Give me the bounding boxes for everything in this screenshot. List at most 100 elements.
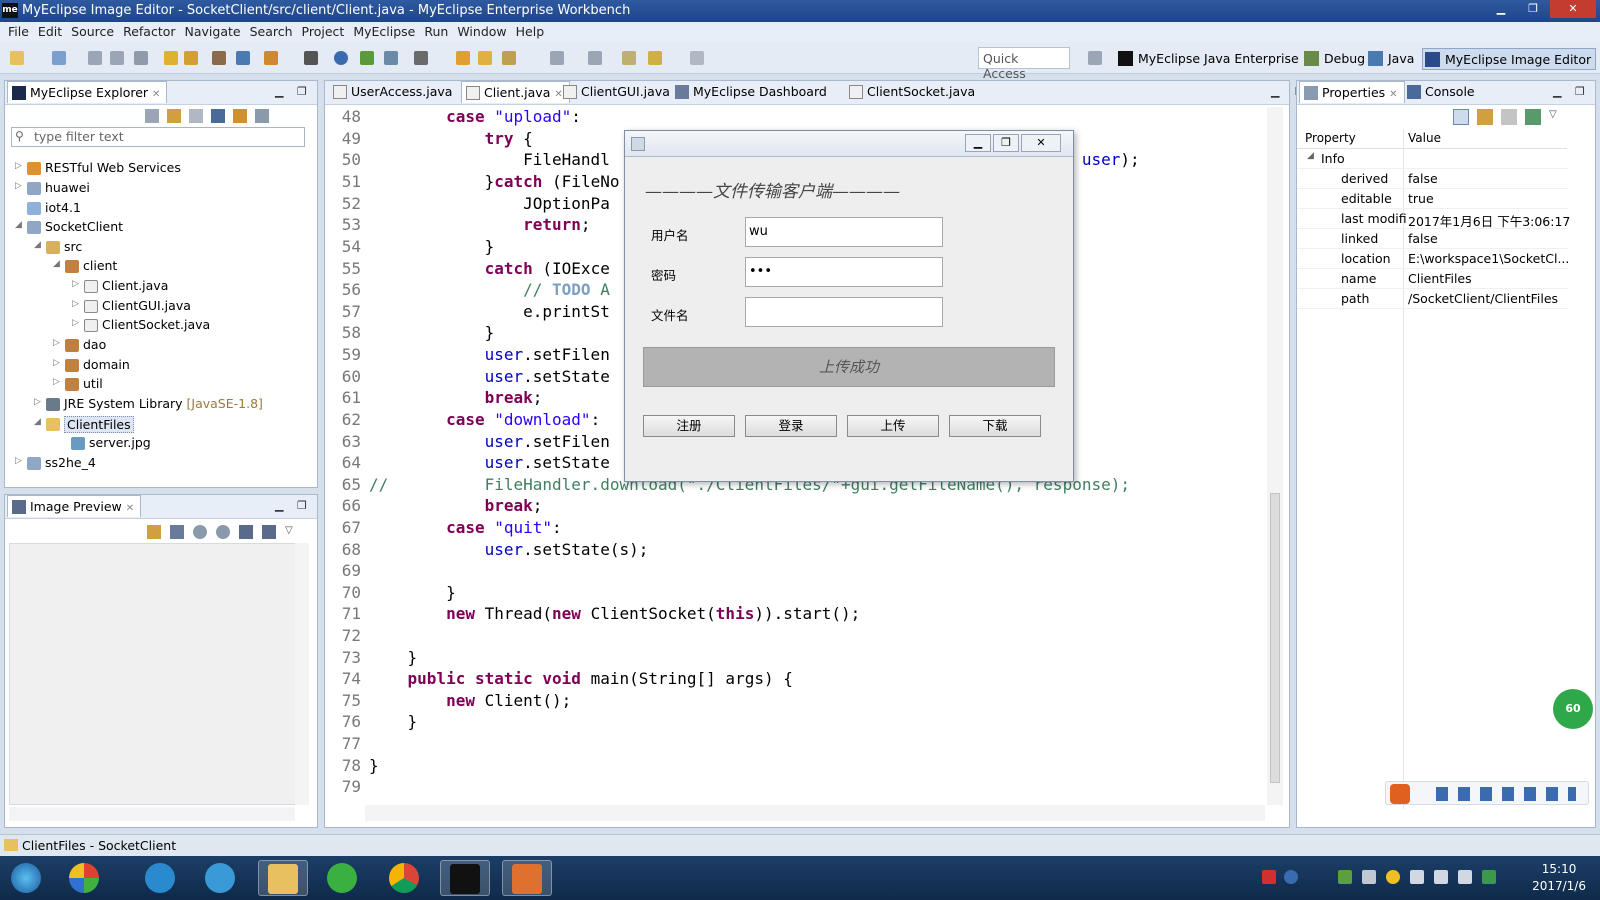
system-clock[interactable]: 15:10 2017/1/6 [1532,861,1586,895]
search-icon[interactable] [502,51,516,65]
menu-window[interactable]: Window [455,22,513,42]
run-icon[interactable] [360,51,374,65]
volume-tray-icon[interactable] [1458,870,1472,884]
floating-badge[interactable]: 60 [1553,689,1593,729]
external-tools-icon[interactable] [414,51,428,65]
undo-icon[interactable] [164,51,178,65]
menu-search[interactable]: Search [248,22,300,42]
forward-icon[interactable] [690,51,704,65]
globe-icon[interactable] [334,51,348,65]
scroll-thumb[interactable] [1270,493,1280,783]
preview-hscrollbar[interactable] [9,807,295,821]
new-icon[interactable] [10,51,24,65]
build-icon[interactable] [212,51,226,65]
flag-tray-icon[interactable] [1410,870,1424,884]
taskbar-app-bird[interactable] [196,860,246,896]
sogou-tray-icon[interactable] [1262,870,1276,884]
property-row[interactable]: last modifi 2017年1月6日 下午3:06:17 [1297,209,1570,229]
save-all-icon[interactable] [110,51,124,65]
tab-myeclipse-explorer[interactable]: MyEclipse Explorer ✕ [7,81,168,103]
redo-icon[interactable] [184,51,198,65]
perspective-java-enterprise[interactable]: MyEclipse Java Enterprise [1116,48,1303,70]
taskbar-app-java[interactable] [502,860,552,896]
minimize-view-icon[interactable]: ▁ [275,85,283,98]
taskbar-app-360[interactable] [318,860,368,896]
dialog-minimize-button[interactable]: ▁ [965,134,991,152]
close-tab-icon[interactable]: ✕ [126,503,134,514]
dialog-maximize-button[interactable]: ❐ [993,134,1019,152]
new-project-icon[interactable] [52,51,66,65]
menu-myeclipse[interactable]: MyEclipse [351,22,422,42]
start-button[interactable] [2,860,52,896]
taskbar-app-explorer-colors[interactable] [60,860,110,896]
case-icon[interactable] [211,109,225,123]
expand-icon[interactable]: ▷ [34,397,41,407]
property-row[interactable]: editable true [1297,189,1568,209]
expand-icon[interactable]: ▷ [15,161,22,171]
property-column-header[interactable]: Property [1305,131,1356,145]
register-button[interactable]: 注册 [643,415,735,437]
expand-icon[interactable]: ▷ [72,279,79,289]
maximize-view-icon[interactable]: ❐ [297,499,307,512]
ime-toolbar[interactable] [1385,781,1589,805]
show-hidden-icons-icon[interactable] [1362,870,1376,884]
print-icon[interactable] [134,51,148,65]
grid-icon[interactable] [304,51,318,65]
expand-icon[interactable]: ▷ [15,181,22,191]
editor-hscrollbar[interactable] [365,805,1265,821]
minimize-view-icon[interactable]: ▁ [275,499,283,512]
preview-vscrollbar[interactable] [295,543,309,805]
perspective-debug[interactable]: Debug [1302,48,1369,70]
expand-icon[interactable]: ▷ [53,338,60,348]
view-menu-icon[interactable]: ▽ [1549,109,1565,125]
expand-icon[interactable]: ▷ [53,377,60,387]
close-button[interactable]: ✕ [1550,0,1596,18]
prev-annotation-icon[interactable] [588,51,602,65]
expand-icon[interactable]: ▷ [72,299,79,309]
editor-vscrollbar[interactable] [1267,107,1283,805]
close-tab-icon[interactable]: ✕ [1389,89,1397,100]
regex-icon[interactable] [189,109,203,123]
expand-icon[interactable]: ▷ [72,318,79,328]
menu-navigate[interactable]: Navigate [183,22,248,42]
expand-icon[interactable]: ▷ [15,456,22,466]
property-row[interactable]: name ClientFiles [1297,269,1568,289]
collapse-icon[interactable]: ◢ [53,259,60,269]
expand-icon[interactable]: ▷ [53,358,60,368]
perspective-java[interactable]: Java [1366,48,1418,70]
minimize-view-icon[interactable]: ▁ [1553,85,1561,98]
filter-icon[interactable] [233,109,247,123]
open-resource-icon[interactable] [478,51,492,65]
minimize-view-icon[interactable]: ▁ [1271,85,1279,98]
quick-access-input[interactable]: Quick Access [978,47,1070,81]
tab-console[interactable]: Console [1403,81,1481,103]
menu-source[interactable]: Source [69,22,121,42]
close-tab-icon[interactable]: ✕ [152,89,160,100]
menu-edit[interactable]: Edit [36,22,69,42]
taskbar-app-myeclipse[interactable] [440,860,490,896]
menu-run[interactable]: Run [422,22,455,42]
collapse-icon[interactable]: ◢ [15,220,22,230]
last-edit-icon[interactable] [622,51,636,65]
fit-window-icon[interactable] [262,525,276,539]
deploy-icon[interactable] [236,51,250,65]
menu-project[interactable]: Project [300,22,352,42]
menu-file[interactable]: File [6,22,36,42]
360-tray-icon[interactable] [1386,870,1400,884]
taskbar-app-file-explorer[interactable] [258,860,308,896]
property-row[interactable]: location E:\workspace1\SocketCl... [1297,249,1569,269]
property-row[interactable]: path/SocketClient/ClientFiles [1297,289,1568,309]
link-editor-icon[interactable] [167,109,181,123]
collapse-icon[interactable]: ◢ [34,417,41,427]
collapse-all-icon[interactable] [145,109,159,123]
password-input[interactable]: ••• [745,257,943,287]
tab-clientgui-java[interactable]: ClientGUI.java [559,81,676,103]
login-button[interactable]: 登录 [745,415,837,437]
server-icon[interactable] [264,51,278,65]
tab-properties[interactable]: Properties ✕ [1299,81,1405,103]
next-annotation-icon[interactable] [550,51,564,65]
open-perspective-icon[interactable] [1088,51,1102,65]
username-input[interactable]: wu [745,217,943,247]
open-type-icon[interactable] [456,51,470,65]
filename-input[interactable] [745,297,943,327]
